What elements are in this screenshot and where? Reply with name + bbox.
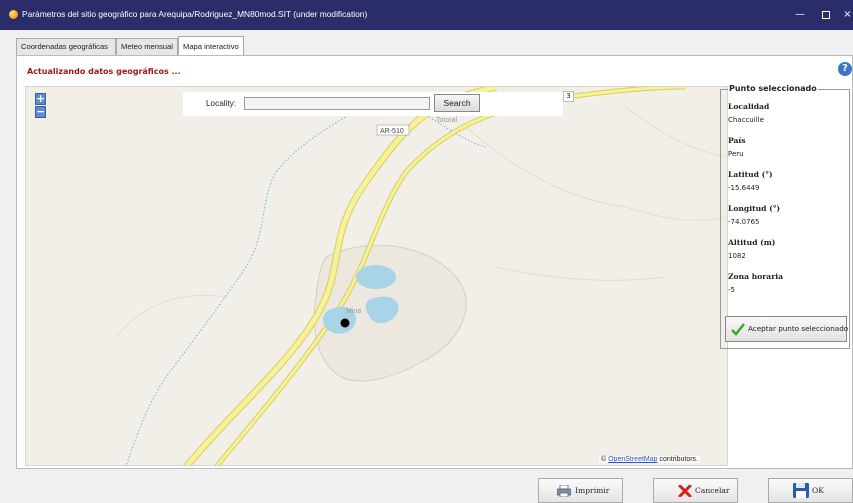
zoom-out-button[interactable]: − (35, 106, 46, 118)
help-icon[interactable]: ? (838, 62, 852, 76)
checkmark-icon (731, 323, 745, 336)
map-canvas: AR-510 Totoral Mina (115, 87, 727, 465)
place-label-mina: Mina (346, 308, 361, 315)
accept-point-label: Aceptar punto seleccionado (748, 324, 849, 333)
locality-search-bar: Locality: Search (183, 92, 563, 116)
accept-point-button[interactable]: Aceptar punto seleccionado (725, 316, 849, 342)
altitude-field-value: 1082 (728, 252, 746, 260)
locality-input[interactable] (244, 97, 430, 110)
timezone-field-label: Zona horaria (728, 272, 784, 281)
window-title: Parámetros del sitio geográfico para Are… (22, 9, 368, 19)
maximize-icon (822, 11, 830, 19)
status-message: Actualizando datos geográficos ... (27, 67, 181, 76)
tab-coordenadas[interactable]: Coordenadas geográficas (16, 38, 116, 55)
road-label: AR-510 (380, 128, 404, 135)
cancel-button[interactable]: Cancelar (653, 478, 738, 503)
locality-field-value: Chaccuille (728, 116, 764, 124)
map-corner-label: 3 (563, 91, 574, 102)
locality-label: Locality: (206, 99, 237, 108)
locality-field-label: Localidad (728, 102, 770, 111)
country-field-label: País (728, 136, 746, 145)
longitude-field-label: Longitud (°) (728, 204, 781, 213)
latitude-field-value: -15.6449 (728, 184, 760, 192)
maximize-button[interactable] (818, 7, 834, 23)
search-button[interactable]: Search (434, 94, 480, 112)
printer-icon (557, 485, 571, 497)
zoom-in-button[interactable]: + (35, 93, 46, 105)
selected-point-legend: Punto seleccionado (728, 84, 818, 93)
cancel-label: Cancelar (695, 486, 730, 495)
openstreetmap-link[interactable]: OpenStreetMap (608, 456, 657, 463)
timezone-field-value: -5 (728, 286, 735, 294)
attribution-suffix: contributors. (657, 456, 698, 463)
cancel-x-icon (678, 485, 692, 497)
latitude-field-label: Latitud (°) (728, 170, 773, 179)
interactive-map[interactable]: AR-510 Totoral Mina + − Locality: Search… (25, 86, 728, 466)
place-label-totoral: Totoral (436, 117, 457, 124)
ok-button[interactable]: OK (768, 478, 853, 503)
altitude-field-label: Altitud (m) (728, 238, 776, 247)
print-button[interactable]: Imprimir (538, 478, 623, 503)
app-icon (9, 10, 18, 19)
selected-point-panel: Punto seleccionado Localidad Chaccuille … (720, 84, 850, 349)
longitude-field-value: -74.0765 (728, 218, 760, 226)
close-button[interactable]: × (842, 7, 853, 23)
map-attribution: © OpenStreetMap contributors. (599, 456, 700, 463)
tab-meteo-mensual[interactable]: Meteo mensual (116, 38, 178, 55)
ok-label: OK (812, 486, 824, 495)
tab-mapa-interactivo[interactable]: Mapa interactivo (178, 36, 244, 55)
minimize-button[interactable]: — (792, 7, 808, 23)
tab-panel: Actualizando datos geográficos ... ? AR-… (16, 55, 853, 469)
country-field-value: Peru (728, 150, 744, 158)
save-disk-icon (793, 483, 809, 498)
print-label: Imprimir (575, 486, 610, 495)
window-titlebar: Parámetros del sitio geográfico para Are… (0, 0, 853, 30)
lake-north (356, 265, 396, 289)
map-marker-icon[interactable] (340, 318, 350, 328)
